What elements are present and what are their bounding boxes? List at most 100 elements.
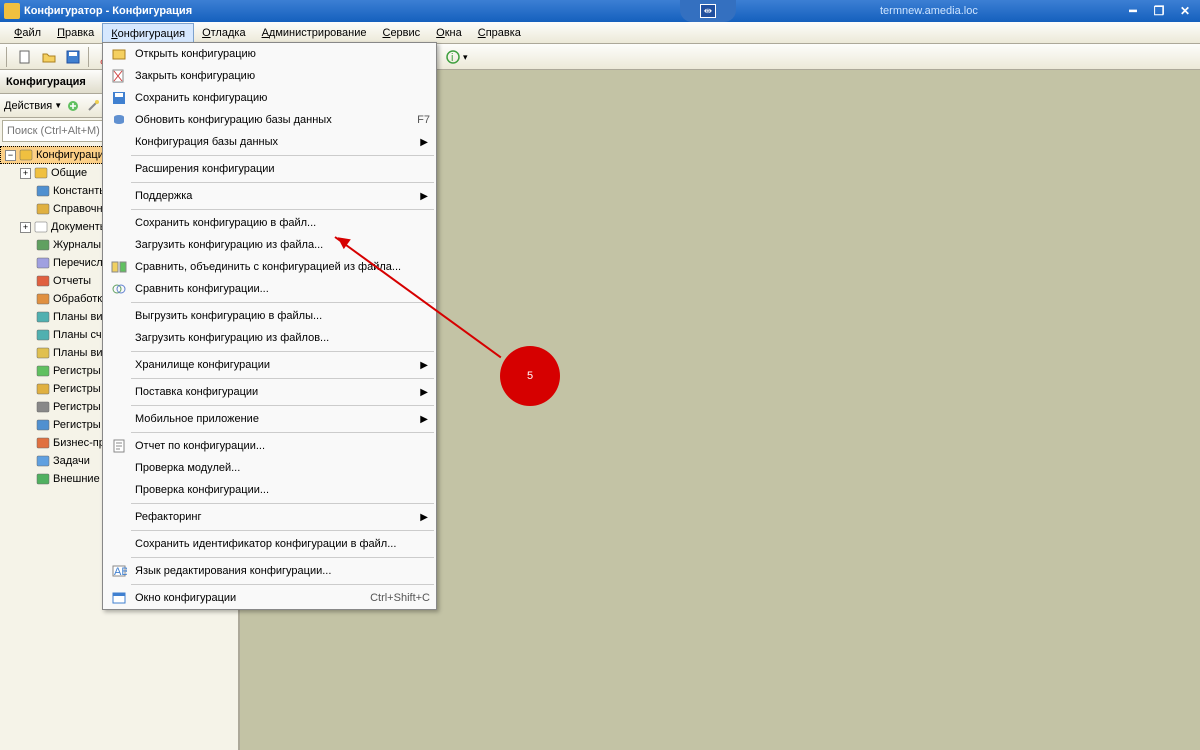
actions-dropdown[interactable]: Действия ▼ bbox=[4, 100, 62, 112]
tree-item-icon bbox=[35, 201, 51, 217]
menu-item-label: Хранилище конфигурации bbox=[135, 359, 430, 371]
menu-item-label: Проверка модулей... bbox=[135, 462, 430, 474]
tree-item-icon bbox=[35, 345, 51, 361]
add-button[interactable] bbox=[64, 97, 82, 115]
menu-item-icon bbox=[109, 236, 129, 254]
tree-item-icon bbox=[33, 165, 49, 181]
toolbar-separator bbox=[88, 47, 92, 67]
menu-отладка[interactable]: Отладка bbox=[194, 22, 254, 43]
tree-item-icon bbox=[35, 237, 51, 253]
tree-item-label: Константы bbox=[53, 185, 107, 197]
menu-separator bbox=[131, 432, 434, 433]
menu-separator bbox=[131, 584, 434, 585]
menu-item[interactable]: Выгрузить конфигурацию в файлы... bbox=[103, 305, 436, 327]
menu-shortcut: Ctrl+Shift+C bbox=[370, 592, 430, 604]
menu-item[interactable]: Мобильное приложение▶ bbox=[103, 408, 436, 430]
menu-item[interactable]: Сохранить идентификатор конфигурации в ф… bbox=[103, 533, 436, 555]
menu-item-label: Мобильное приложение bbox=[135, 413, 430, 425]
menu-item[interactable]: ABCЯзык редактирования конфигурации... bbox=[103, 560, 436, 582]
menu-item-icon bbox=[109, 45, 129, 63]
menu-item[interactable]: Поддержка▶ bbox=[103, 185, 436, 207]
menu-item-icon bbox=[109, 481, 129, 499]
menu-item-label: Проверка конфигурации... bbox=[135, 484, 430, 496]
chevron-down-icon: ▼ bbox=[54, 101, 62, 110]
tree-item-icon bbox=[35, 183, 51, 199]
minimize-button[interactable]: ━ bbox=[1124, 4, 1142, 18]
close-button[interactable]: ✕ bbox=[1176, 4, 1194, 18]
menu-item[interactable]: Отчет по конфигурации... bbox=[103, 435, 436, 457]
menu-конфигурация[interactable]: Конфигурация bbox=[102, 23, 194, 43]
menu-администрирование[interactable]: Администрирование bbox=[254, 22, 375, 43]
menu-item[interactable]: Сохранить конфигурацию в файл... bbox=[103, 212, 436, 234]
menu-item[interactable]: Сравнить конфигурации... bbox=[103, 278, 436, 300]
menu-item-label: Загрузить конфигурацию из файлов... bbox=[135, 332, 430, 344]
menu-separator bbox=[131, 405, 434, 406]
tree-item-label: Документы bbox=[51, 221, 108, 233]
svg-text:ABC: ABC bbox=[114, 566, 127, 578]
menu-item[interactable]: Сохранить конфигурацию bbox=[103, 87, 436, 109]
open-button[interactable] bbox=[38, 46, 60, 68]
info-button[interactable]: i bbox=[442, 46, 464, 68]
menu-item-label: Поставка конфигурации bbox=[135, 386, 430, 398]
expand-toggle[interactable]: − bbox=[5, 150, 16, 161]
tree-item-label: Конфигурация bbox=[36, 149, 110, 161]
submenu-arrow-icon: ▶ bbox=[420, 414, 428, 425]
menu-item[interactable]: Загрузить конфигурацию из файла... bbox=[103, 234, 436, 256]
menu-item[interactable]: Обновить конфигурацию базы данныхF7 bbox=[103, 109, 436, 131]
menu-файл[interactable]: Файл bbox=[6, 22, 49, 43]
app-icon bbox=[4, 3, 20, 19]
menu-item-label: Поддержка bbox=[135, 190, 430, 202]
toolbar-grip bbox=[6, 47, 10, 67]
menu-сервис[interactable]: Сервис bbox=[374, 22, 428, 43]
menu-item[interactable]: Загрузить конфигурацию из файлов... bbox=[103, 327, 436, 349]
wand-button[interactable] bbox=[84, 97, 102, 115]
menu-item-label: Сравнить конфигурации... bbox=[135, 283, 430, 295]
menu-правка[interactable]: Правка bbox=[49, 22, 102, 43]
tree-item-label: Задачи bbox=[53, 455, 90, 467]
menu-item[interactable]: Рефакторинг▶ bbox=[103, 506, 436, 528]
menu-item-label: Открыть конфигурацию bbox=[135, 48, 430, 60]
tree-item-icon bbox=[35, 363, 51, 379]
menu-item-label: Сохранить идентификатор конфигурации в ф… bbox=[135, 538, 430, 550]
tree-item-icon bbox=[35, 435, 51, 451]
expand-toggle[interactable]: + bbox=[20, 222, 31, 233]
menu-item-icon bbox=[109, 307, 129, 325]
pin-icon[interactable]: ⇹ bbox=[700, 4, 716, 18]
window-title: Конфигуратор - Конфигурация bbox=[24, 5, 192, 17]
menu-item[interactable]: Проверка модулей... bbox=[103, 457, 436, 479]
menu-item-label: Выгрузить конфигурацию в файлы... bbox=[135, 310, 430, 322]
menu-item-label: Обновить конфигурацию базы данных bbox=[135, 114, 407, 126]
submenu-arrow-icon: ▶ bbox=[420, 387, 428, 398]
menu-separator bbox=[131, 302, 434, 303]
save-button[interactable] bbox=[62, 46, 84, 68]
menu-item[interactable]: Конфигурация базы данных▶ bbox=[103, 131, 436, 153]
menu-справка[interactable]: Справка bbox=[470, 22, 529, 43]
menu-item[interactable]: Окно конфигурации Ctrl+Shift+C bbox=[103, 587, 436, 609]
tree-item-icon bbox=[35, 471, 51, 487]
menu-item-icon bbox=[109, 160, 129, 178]
menu-item-label: Окно конфигурации bbox=[135, 592, 360, 604]
menu-item-icon bbox=[109, 437, 129, 455]
menu-item[interactable]: Хранилище конфигурации▶ bbox=[103, 354, 436, 376]
menu-item[interactable]: Проверка конфигурации... bbox=[103, 479, 436, 501]
menu-item-label: Сохранить конфигурацию bbox=[135, 92, 430, 104]
menu-item[interactable]: Расширения конфигурации bbox=[103, 158, 436, 180]
menu-item-icon bbox=[109, 329, 129, 347]
menu-item[interactable]: Открыть конфигурацию bbox=[103, 43, 436, 65]
menu-окна[interactable]: Окна bbox=[428, 22, 470, 43]
new-file-button[interactable] bbox=[14, 46, 36, 68]
menu-item[interactable]: Сравнить, объединить с конфигурацией из … bbox=[103, 256, 436, 278]
menu-item[interactable]: Закрыть конфигурацию bbox=[103, 65, 436, 87]
tree-item-icon bbox=[18, 147, 34, 163]
remote-session-tab[interactable]: ⇹ bbox=[680, 0, 736, 22]
submenu-arrow-icon: ▶ bbox=[420, 360, 428, 371]
expand-toggle[interactable]: + bbox=[20, 168, 31, 179]
menu-item[interactable]: Поставка конфигурации▶ bbox=[103, 381, 436, 403]
dropdown-arrow-icon[interactable]: ▾ bbox=[463, 52, 468, 63]
menu-item-label: Конфигурация базы данных bbox=[135, 136, 430, 148]
menu-item-label: Закрыть конфигурацию bbox=[135, 70, 430, 82]
menu-item-label: Сохранить конфигурацию в файл... bbox=[135, 217, 430, 229]
submenu-arrow-icon: ▶ bbox=[420, 512, 428, 523]
tree-item-icon bbox=[35, 417, 51, 433]
restore-button[interactable]: ❐ bbox=[1150, 4, 1168, 18]
